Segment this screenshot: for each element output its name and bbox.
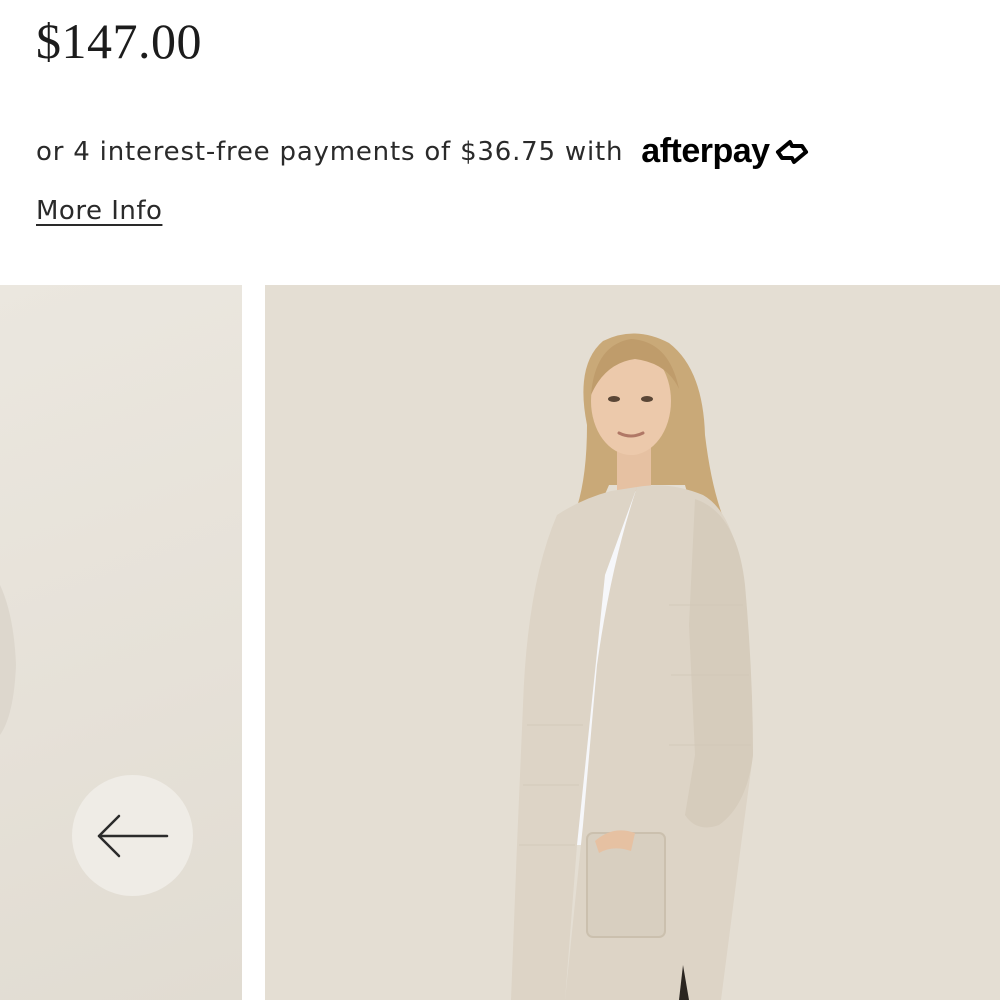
more-info-link[interactable]: More Info [36, 196, 162, 226]
afterpay-logo-text: afterpay [641, 132, 770, 170]
afterpay-message: or 4 interest-free payments of $36.75 wi… [36, 132, 812, 171]
afterpay-badge-icon [775, 139, 808, 164]
product-model-image [511, 333, 753, 1000]
product-image-gallery[interactable] [0, 285, 1000, 1000]
product-price: $147.00 [36, 13, 202, 69]
arrow-left-icon [97, 814, 168, 857]
gallery-prev-button[interactable] [72, 775, 193, 896]
afterpay-installment-text: or 4 interest-free payments of $36.75 wi… [36, 136, 624, 167]
gallery-slide-previous[interactable] [0, 285, 242, 1000]
product-page: $147.00 or 4 interest-free payments of $… [0, 0, 1000, 1000]
afterpay-logo: afterpay [641, 132, 811, 171]
gallery-slide-current[interactable] [265, 285, 1000, 1000]
